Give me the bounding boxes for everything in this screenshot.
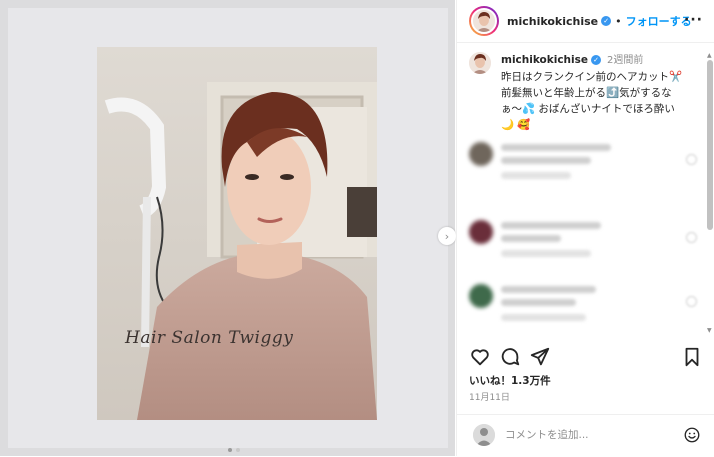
blurred-comment bbox=[469, 220, 697, 270]
avatar-image bbox=[471, 8, 497, 34]
like-count[interactable]: いいね！1.3万件 bbox=[469, 373, 551, 388]
carousel-dot bbox=[236, 448, 240, 452]
comment-text-placeholder bbox=[501, 222, 601, 229]
comment-input[interactable] bbox=[505, 427, 665, 443]
blurred-comment bbox=[469, 142, 697, 192]
comment-text-placeholder bbox=[501, 286, 596, 293]
next-photo-button[interactable]: › bbox=[438, 227, 456, 245]
portrait-image bbox=[97, 47, 377, 420]
blurred-comment bbox=[469, 284, 697, 334]
paper-plane-icon[interactable] bbox=[529, 346, 551, 368]
post-caption: michikokichise ✓ 2週間前 昨日はクランクイン前のヘアカット✂️ 前… bbox=[469, 52, 701, 133]
scrollbar-thumb[interactable] bbox=[707, 60, 713, 230]
heart-icon[interactable] bbox=[469, 346, 491, 368]
current-user-avatar bbox=[473, 424, 495, 446]
caption-timestamp[interactable]: 2週間前 bbox=[607, 55, 643, 66]
caption-avatar[interactable] bbox=[469, 52, 491, 74]
add-comment-bar bbox=[457, 414, 714, 457]
post-header: michikokichise ✓ • フォローする ··· bbox=[457, 0, 714, 43]
post-sidebar: michikokichise ✓ • フォローする ··· michikokic… bbox=[456, 0, 714, 456]
comment-avatar bbox=[469, 142, 493, 166]
comment-text-placeholder bbox=[501, 157, 591, 164]
comment-text-placeholder bbox=[501, 144, 611, 151]
comment-meta-placeholder bbox=[501, 314, 586, 321]
more-options-icon[interactable]: ··· bbox=[684, 12, 703, 28]
post-media-area: Hair Salon Twiggy › bbox=[0, 0, 456, 456]
caption-username[interactable]: michikokichise bbox=[501, 54, 588, 66]
comments-scrollbar[interactable]: ▲ ▼ bbox=[707, 52, 713, 334]
carousel-dot bbox=[228, 448, 232, 452]
comment-avatar bbox=[469, 284, 493, 308]
comment-meta-placeholder bbox=[501, 250, 591, 257]
separator-dot: • bbox=[615, 14, 622, 28]
smiley-icon[interactable] bbox=[683, 426, 701, 444]
comment-text-placeholder bbox=[501, 299, 576, 306]
post-date[interactable]: 11月11日 bbox=[469, 390, 510, 403]
post-photo[interactable]: Hair Salon Twiggy bbox=[97, 47, 377, 420]
scroll-up-icon[interactable]: ▲ bbox=[707, 52, 712, 59]
comment-like-icon[interactable] bbox=[686, 232, 697, 243]
caption-text: 昨日はクランクイン前のヘアカット✂️ 前髪無いと年齢上がる⤴️気がするな ぁ〜💦… bbox=[501, 71, 683, 131]
verified-badge-icon: ✓ bbox=[601, 16, 612, 26]
caption-body: michikokichise ✓ 2週間前 昨日はクランクイン前のヘアカット✂️ 前… bbox=[501, 52, 701, 133]
header-username[interactable]: michikokichise bbox=[507, 15, 598, 28]
scroll-down-icon[interactable]: ▼ bbox=[707, 327, 712, 334]
comment-like-icon[interactable] bbox=[686, 296, 697, 307]
carousel-indicator bbox=[228, 448, 240, 452]
media-frame: Hair Salon Twiggy › bbox=[8, 8, 456, 452]
post-actions bbox=[469, 346, 703, 368]
comment-text-placeholder bbox=[501, 235, 561, 242]
comment-avatar bbox=[469, 220, 493, 244]
follow-button[interactable]: フォローする bbox=[626, 13, 692, 29]
comment-meta-placeholder bbox=[501, 172, 571, 179]
comment-like-icon[interactable] bbox=[686, 154, 697, 165]
bookmark-icon[interactable] bbox=[681, 346, 703, 368]
salon-watermark: Hair Salon Twiggy bbox=[125, 328, 294, 348]
verified-badge-icon: ✓ bbox=[591, 55, 602, 65]
chevron-right-icon: › bbox=[444, 229, 450, 243]
comment-bubble-icon[interactable] bbox=[499, 346, 521, 368]
profile-avatar[interactable] bbox=[469, 6, 499, 36]
